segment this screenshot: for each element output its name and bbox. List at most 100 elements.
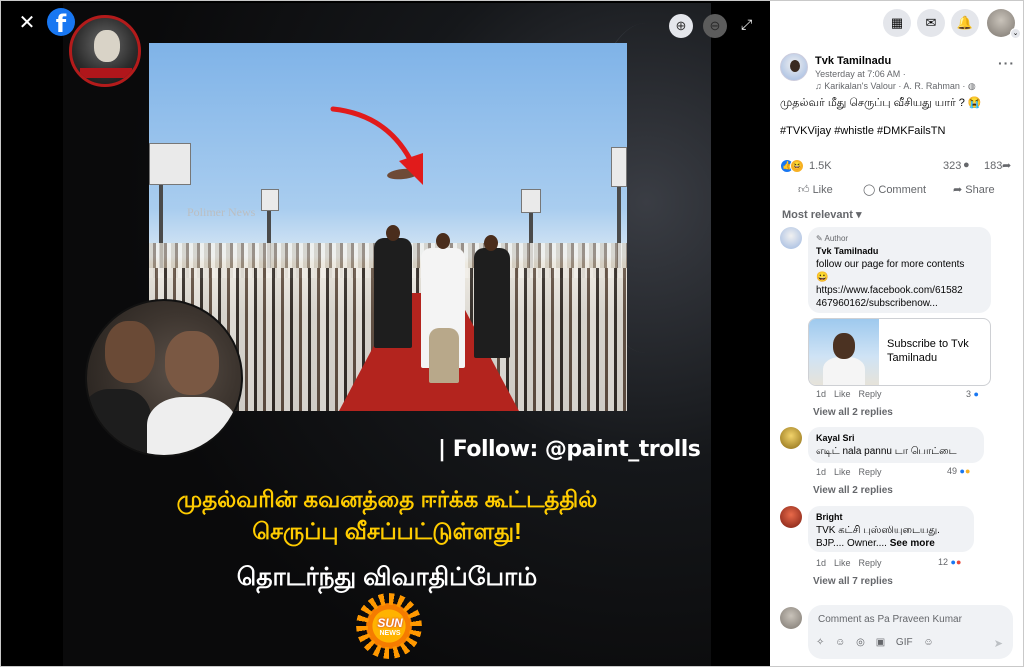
guard-figure-2	[474, 248, 510, 358]
post-hashtags[interactable]: #TVKVijay #whistle #DMKFailsTN	[780, 125, 945, 137]
like-reaction-icon: ●	[973, 389, 979, 399]
messenger-icon[interactable]: ✉	[917, 9, 945, 37]
comment-reaction-count[interactable]: 49 ●●	[947, 466, 970, 476]
reaction-count[interactable]: 1.5K	[809, 160, 832, 172]
like-button[interactable]: 👍︎ Like	[798, 181, 833, 199]
follow-caption: | Follow: @paint_trolls	[438, 437, 701, 462]
comment-link[interactable]: https://www.facebook.com/61582	[816, 284, 983, 297]
post-caption: முதல்வர் மீது செருப்பு வீசியது யார் ? 😭	[780, 97, 982, 109]
link-thumbnail	[809, 319, 879, 385]
comment-like-button[interactable]: Like	[834, 467, 851, 477]
zoom-in-icon[interactable]: ⊕	[669, 14, 693, 38]
view-replies-link[interactable]: View all 7 replies	[813, 576, 893, 587]
comment-meta: 1d Like Reply	[816, 558, 882, 568]
post-header: Tvk Tamilnadu Yesterday at 7:06 AM · ♫ K…	[780, 53, 1015, 93]
comment-button[interactable]: ◯ Comment	[863, 181, 926, 199]
comment-emoji: 😀	[816, 272, 829, 283]
poster-image: Polimer News | Follow: @paint_trolls முத…	[63, 3, 711, 666]
comment-text: எடிட் nala pannu டா பொட்டை	[816, 446, 957, 457]
commenter-avatar[interactable]	[780, 427, 802, 449]
commenter-name[interactable]: Kayal Sri	[816, 432, 976, 445]
commenter-avatar[interactable]	[780, 227, 802, 249]
send-icon[interactable]: ➤	[994, 637, 1003, 650]
see-more-link[interactable]: See more	[890, 538, 935, 549]
camera-icon[interactable]: ◎	[856, 637, 865, 648]
comment-reply-button[interactable]: Reply	[859, 558, 882, 568]
thumbs-up-icon: 👍︎	[798, 184, 813, 196]
channel-avatar-badge	[69, 15, 141, 87]
comment-bubble-icon: ●	[963, 159, 970, 171]
page-avatar[interactable]	[780, 53, 808, 81]
comment-reaction-count[interactable]: 12 ●●	[938, 557, 961, 567]
comment-bubble: Bright TVK கட்சி புஸ்ஸியுடையது. BJP.... …	[808, 506, 974, 552]
watermark: Polimer News	[187, 205, 256, 219]
guard-figure	[374, 238, 412, 348]
menu-grid-icon[interactable]: ▦	[883, 9, 911, 37]
comment-input-placeholder: Comment as Pa Praveen Kumar	[818, 614, 962, 625]
more-options-icon[interactable]: ···	[998, 55, 1015, 71]
post-timestamp[interactable]: Yesterday at 7:06 AM ·	[815, 69, 906, 79]
comment-item: Kayal Sri எடிட் nala pannu டா பொட்டை 1d L…	[780, 427, 1015, 503]
comment-like-button[interactable]: Like	[834, 389, 851, 399]
share-arrow-icon: ➦	[1002, 160, 1012, 172]
comment-bubble: Kayal Sri எடிட் nala pannu டா பொட்டை	[808, 427, 984, 463]
emoji-icon[interactable]: ☺	[835, 637, 845, 648]
gif-icon[interactable]: GIF	[896, 637, 913, 648]
angry-reaction-icon: ●	[955, 557, 962, 567]
comment-input[interactable]: Comment as Pa Praveen Kumar ✧ ☺ ◎ ▣ GIF …	[808, 605, 1013, 659]
post-audio-credit[interactable]: ♫ Karikalan's Valour · A. R. Rahman · ◍	[815, 81, 976, 92]
comment-reaction-count[interactable]: 3 ●	[966, 389, 979, 399]
comment-text-cont: BJP.... Owner....	[816, 538, 887, 549]
zoom-out-icon[interactable]: ⊖	[703, 14, 727, 38]
link-title: Subscribe to Tvk Tamilnadu	[887, 338, 969, 364]
comment-text: follow our page for more contents	[816, 259, 965, 270]
author-badge: ✎ Author	[816, 234, 849, 243]
share-button[interactable]: ➦ Share	[953, 181, 995, 199]
post-actions: 👍︎ Like ◯ Comment ➦ Share	[780, 181, 1015, 201]
post-panel: ▦ ✉ 🔔 ⌄ Tvk Tamilnadu Yesterday at 7:06 …	[770, 1, 1023, 666]
laugh-reaction-icon: ●	[964, 466, 971, 476]
facebook-logo-icon[interactable]: f	[47, 8, 75, 36]
comment-reply-button[interactable]: Reply	[859, 467, 882, 477]
red-arrow-icon	[330, 106, 423, 185]
comment-meta: 1d Like Reply	[816, 467, 882, 477]
image-icon[interactable]: ▣	[876, 637, 885, 648]
comment-like-button[interactable]: Like	[834, 558, 851, 568]
headline-line2: செருப்பு வீசப்பட்டுள்ளது!	[252, 518, 522, 544]
media-viewer: Polimer News | Follow: @paint_trolls முத…	[1, 1, 770, 666]
comment-text: TVK கட்சி புஸ்ஸியுடையது.	[816, 525, 940, 536]
avatar-sticker-icon[interactable]: ✧	[816, 637, 824, 648]
comment-link-cont[interactable]: 467960162/subscribenow...	[816, 297, 983, 310]
share-icon: ➦	[953, 184, 966, 196]
fullscreen-icon[interactable]: ⤢	[741, 16, 752, 33]
commenter-avatar[interactable]	[780, 506, 802, 528]
sun-news-logo: SUN NEWS	[356, 593, 422, 659]
inset-circle-photo	[85, 299, 243, 457]
comment-reply-button[interactable]: Reply	[859, 389, 882, 399]
screenshot-frame: Polimer News | Follow: @paint_trolls முத…	[0, 0, 1024, 667]
subheadline: தொடர்ந்து விவாதிப்போம்	[236, 563, 538, 591]
sticker-icon[interactable]: ☺	[923, 637, 933, 648]
chevron-down-icon[interactable]: ⌄	[1010, 28, 1021, 39]
page-name[interactable]: Tvk Tamilnadu	[815, 55, 891, 67]
link-preview-card[interactable]: Subscribe to Tvk Tamilnadu	[808, 318, 991, 386]
comment-item: Bright TVK கட்சி புஸ்ஸியுடையது. BJP.... …	[780, 506, 1015, 596]
composer-avatar	[780, 607, 802, 629]
shares-count[interactable]: 183	[984, 160, 1002, 172]
laugh-reaction-icon: 😆	[790, 159, 804, 173]
close-icon[interactable]: ✕	[15, 11, 39, 35]
sort-comments-dropdown[interactable]: Most relevant ▾	[782, 208, 862, 221]
notifications-bell-icon[interactable]: 🔔	[951, 9, 979, 37]
composer-tools: ✧ ☺ ◎ ▣ GIF ☺	[816, 637, 942, 651]
headline-line1: முதல்வரின் கவனத்தை ஈர்க்க கூட்டத்தில்	[176, 486, 598, 512]
view-replies-link[interactable]: View all 2 replies	[813, 407, 893, 418]
reactions-row: 👍 😆 1.5K 323 ● 183 ➦	[780, 159, 1015, 175]
view-replies-link[interactable]: View all 2 replies	[813, 485, 893, 496]
comment-meta: 1d Like Reply	[816, 389, 882, 399]
comment-bubble: ✎ Author Tvk Tamilnadu follow our page f…	[808, 227, 991, 313]
comment-composer: Comment as Pa Praveen Kumar ✧ ☺ ◎ ▣ GIF …	[780, 605, 1015, 661]
commenter-name[interactable]: Bright	[816, 511, 966, 524]
comments-count[interactable]: 323	[943, 160, 961, 172]
commenter-name[interactable]: Tvk Tamilnadu	[816, 245, 983, 258]
comment-icon: ◯	[863, 184, 879, 196]
